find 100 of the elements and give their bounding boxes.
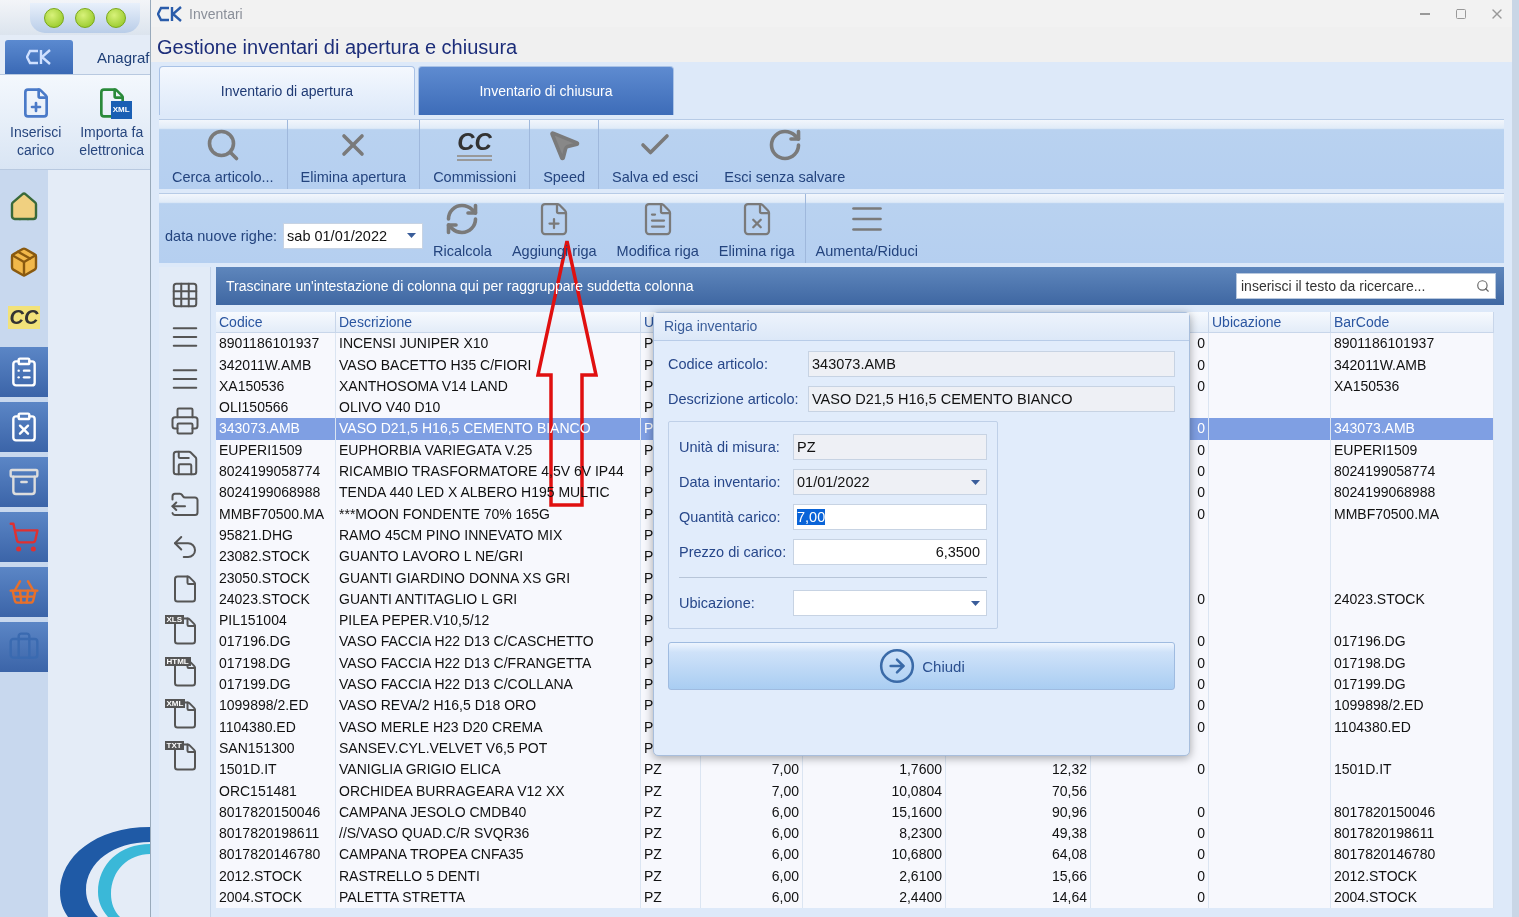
table-cell: 342011W.AMB [1331, 354, 1494, 376]
toolbar-button[interactable]: Aumenta/Riduci [805, 194, 928, 263]
table-cell: 24023.STOCK [216, 588, 336, 611]
table-cell: 8017820146780 [1331, 844, 1494, 866]
ribbon-button[interactable]: XML Importa fa elettronica [79, 83, 144, 169]
readonly-field: VASO D21,5 H16,5 CEMENTO BIANCO [808, 386, 1175, 412]
input-field[interactable]: 6,3500 [793, 539, 987, 565]
caret-icon [971, 479, 980, 485]
toolbar-button[interactable]: Elimina apertura [287, 120, 421, 189]
window-button[interactable] [75, 7, 95, 28]
toolbar-button[interactable]: Esci senza salvare [711, 120, 859, 189]
nav-button[interactable] [0, 457, 48, 507]
table-cell: 017196.DG [216, 631, 336, 653]
caret-icon [971, 600, 980, 606]
table-cell: VASO FACCIA H22 D13 C/FRANGETTA [336, 652, 641, 675]
home-icon [8, 191, 40, 223]
readonly-field: PZ [793, 434, 987, 460]
tab[interactable]: Inventario di apertura [159, 66, 415, 115]
ribbon-button[interactable]: Inserisci carico [10, 83, 62, 169]
dropdown-field[interactable] [793, 590, 987, 616]
date-dropdown[interactable]: sab 01/01/2022 [283, 222, 424, 249]
table-cell: SAN151300 [216, 737, 336, 760]
toolbar-button[interactable]: Salva ed esci [599, 120, 712, 189]
table-cell: ORC151481 [216, 780, 336, 802]
dropdown-field[interactable]: 01/01/2022 [793, 469, 987, 495]
table-cell: VANIGLIA GRIGIO ELICA [336, 759, 641, 781]
nav-button[interactable] [0, 402, 48, 452]
toolbar-button[interactable]: Elimina riga [708, 194, 806, 263]
logo-icon [26, 49, 52, 65]
table-cell: CAMPANA JESOLO CMDB40 [336, 801, 641, 824]
table-cell: CAMPANA TROPEA CNFA35 [336, 844, 641, 866]
table-cell: 8901186101937 [216, 333, 336, 355]
table-cell: 2004.STOCK [216, 887, 336, 909]
table-cell: 8017820198611 [216, 823, 336, 845]
column-header[interactable]: BarCode [1331, 312, 1494, 334]
table-cell: VASO MERLE H23 D20 CREMA [336, 716, 641, 738]
nav-button[interactable] [0, 347, 48, 397]
grid-tool-button[interactable]: HTML [164, 653, 205, 693]
table-cell: 017198.DG [216, 652, 336, 675]
close-button[interactable]: Chiudi [668, 642, 1175, 690]
table-cell: 23050.STOCK [216, 567, 336, 589]
table-cell: 8901186101937 [1331, 333, 1494, 355]
toolbar-button[interactable]: Cerca articolo... [159, 120, 288, 189]
column-header[interactable]: Codice [216, 312, 336, 334]
page-heading: Gestione inventari di apertura e chiusura [151, 27, 1512, 62]
toolbar-button[interactable]: Speed [530, 120, 600, 189]
menu-tab[interactable]: Anagraf [97, 49, 150, 74]
toolbar-button[interactable]: Ricalcola [423, 194, 502, 263]
table-cell: 95821.DHG [216, 524, 336, 547]
table-cell: GUANTI GIARDINO DONNA XS GRI [336, 567, 641, 589]
table-cell: VASO REVA/2 H16,5 D18 ORO [336, 695, 641, 717]
table-cell: 2004.STOCK [1331, 887, 1494, 909]
dialog-title: Riga inventario [654, 313, 1189, 341]
search-field[interactable]: inserisci il testo da ricercare... [1236, 273, 1496, 299]
maximize-icon [1455, 7, 1467, 20]
table-cell: XA150536 [1331, 375, 1494, 398]
grid-tool-button[interactable]: XLS [164, 611, 205, 651]
tab[interactable]: Inventario di chiusura [418, 66, 674, 115]
table-cell: 2012.STOCK [216, 865, 336, 887]
table-cell: OLI150566 [216, 397, 336, 419]
table-cell: OLIVO V40 D10 [336, 397, 641, 419]
column-header[interactable]: Descrizione [336, 312, 641, 334]
table-cell: GUANTO LAVORO L NE/GRI [336, 546, 641, 568]
field-label: data nuove righe: [165, 227, 278, 244]
table-cell: ORCHIDEA BURRAGEARA V12 XX [336, 780, 641, 802]
table-cell: 2012.STOCK [1331, 865, 1494, 887]
table-cell: 24023.STOCK [1331, 588, 1494, 611]
table-cell: 8024199058774 [1331, 461, 1494, 483]
table-cell: SANSEV.CYL.VELVET V6,5 POT [336, 737, 641, 760]
table-cell: 343073.AMB [1331, 418, 1494, 440]
table-cell: VASO FACCIA H22 D13 C/COLLANA [336, 674, 641, 696]
cart-icon [8, 521, 40, 553]
table-cell: VASO FACCIA H22 D13 C/CASCHETTO [336, 631, 641, 653]
window-button[interactable] [106, 7, 127, 28]
nav-button[interactable]: CC [0, 292, 48, 342]
table-cell: 8017820150046 [1331, 801, 1494, 824]
table-cell: GUANTI ANTITAGLIO L GRI [336, 588, 641, 611]
toolbar-button[interactable]: CC Commissioni [420, 120, 531, 189]
grid-tool-button[interactable]: XML [164, 695, 205, 735]
box-icon [8, 246, 40, 278]
cc-icon: CC [7, 305, 41, 329]
input-field[interactable]: 7,00 [793, 504, 987, 530]
printer-icon [169, 406, 200, 436]
table-cell: 017198.DG [1331, 652, 1494, 675]
column-header[interactable]: Ubicazione [1209, 312, 1331, 334]
minimize-icon [1420, 12, 1430, 15]
table-cell: 8024199068988 [1331, 482, 1494, 504]
toolbar-button[interactable]: Modifica riga [606, 194, 709, 263]
table-cell: 017199.DG [1331, 674, 1494, 696]
table-cell: XA150536 [216, 375, 336, 398]
window-title: Inventari [189, 5, 244, 22]
caret-icon [407, 233, 417, 238]
table-cell: 8017820150046 [216, 801, 336, 824]
grid-tool-button[interactable]: TXT [164, 737, 205, 777]
search-icon [1476, 279, 1490, 293]
readonly-field: 343073.AMB [808, 351, 1175, 377]
window-button[interactable] [43, 7, 64, 28]
logo-tab[interactable] [5, 40, 73, 74]
table-cell: 8024199058774 [216, 461, 336, 483]
table-cell: 342011W.AMB [216, 354, 336, 376]
